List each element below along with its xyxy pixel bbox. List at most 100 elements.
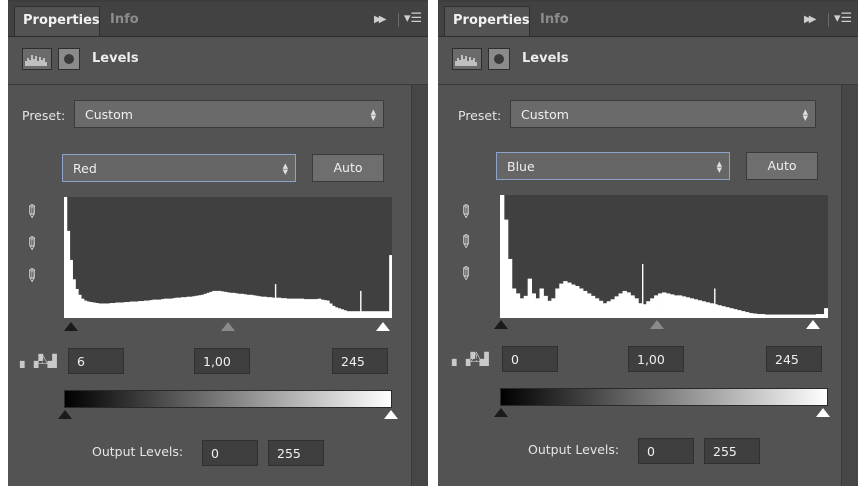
histogram-bar [200,294,205,318]
histogram-bar [183,297,188,318]
preset-select[interactable]: Custom ▲ ▼ [510,100,816,128]
auto-button[interactable]: Auto [746,152,818,180]
output-black-field[interactable]: 0 [638,438,694,464]
histogram-bar [289,298,293,318]
black-point-slider[interactable] [494,320,508,329]
panel-title: Levels [92,51,139,66]
histogram-bar [697,300,702,318]
mask-icon[interactable] [58,48,80,70]
histogram-bar [654,295,659,318]
histogram-bar [143,300,148,318]
white-point-slider[interactable] [806,320,820,329]
input-black-field[interactable]: 6 [68,348,124,374]
histogram-bar [349,311,353,318]
output-black-field[interactable]: 0 [202,440,258,466]
output-black-slider[interactable] [494,408,508,417]
histogram-bar [243,294,247,318]
tab-properties[interactable]: Properties [14,6,100,36]
histogram-bar [112,303,116,318]
white-eyedropper-icon[interactable]: ✎ [19,264,43,288]
preset-select[interactable]: Custom ▲ ▼ [74,100,384,128]
scrollbar[interactable] [411,85,428,486]
histogram-bar [329,303,333,318]
histogram-bar [78,294,82,318]
scrollbar[interactable] [841,85,858,486]
histogram-bar [737,310,742,318]
histogram-bar [346,311,350,318]
histogram-bar [198,295,202,318]
output-black-slider[interactable] [58,410,72,419]
histogram-icon[interactable] [22,48,52,70]
histogram-bars [64,197,392,318]
histogram-bar [693,299,698,318]
channel-select[interactable]: Blue ▲ ▼ [496,152,730,180]
histogram-icon[interactable] [452,48,482,70]
input-white-field[interactable]: 245 [766,346,822,372]
select-arrows-icon: ▲ ▼ [282,162,288,176]
histogram-bar [232,292,236,318]
panel-menu-icon[interactable]: ▾☰ [404,11,422,26]
panel-title: Levels [522,51,569,66]
output-white-field[interactable]: 255 [704,438,760,464]
tab-info[interactable]: Info [102,6,146,36]
double-forward-icon[interactable]: ▶▶ [374,14,387,25]
histogram-bar [523,295,529,318]
select-arrows-icon: ▲ ▼ [370,108,376,122]
histogram-bar [255,295,259,318]
histogram-bar [237,293,242,318]
input-white-field[interactable]: 245 [332,348,388,374]
double-forward-icon[interactable]: ▶▶ [804,14,817,25]
histogram-bar [343,310,347,318]
histogram-bar [547,300,552,318]
histogram-bar [229,292,233,318]
histogram-bar [320,299,324,318]
gray-eyedropper-icon[interactable]: ✎ [453,230,477,254]
histogram-bar [300,298,304,318]
output-white-field[interactable]: 255 [268,440,324,466]
input-levels-slider [494,318,828,332]
histogram-bar [180,297,185,318]
histogram-bar [83,300,88,318]
output-white-slider[interactable] [384,410,398,419]
auto-button[interactable]: Auto [312,154,384,182]
gamma-slider[interactable] [221,322,235,331]
output-white-slider[interactable] [816,408,830,417]
mask-icon[interactable] [488,48,510,70]
white-point-slider[interactable] [376,322,390,331]
histogram-bar [163,298,168,318]
input-gamma-field[interactable]: 1,00 [194,348,250,374]
histogram-bar [374,311,379,318]
histogram-bar [681,296,687,318]
input-gamma-field[interactable]: 1,00 [628,346,684,372]
histogram-bar [602,303,608,318]
tab-properties[interactable]: Properties [444,6,530,36]
histogram-bar [86,301,91,318]
histogram-bar [175,297,179,318]
histogram-bar [658,293,663,318]
histogram-bar [689,298,695,318]
histogram-bar [713,304,718,318]
histogram-bar [103,303,108,318]
input-levels-slider [64,320,392,334]
select-arrows-icon: ▲ ▼ [802,108,808,122]
histogram-bar [551,298,556,318]
gamma-slider[interactable] [650,320,664,329]
histogram-bar [280,298,285,318]
channel-select[interactable]: Red ▲ ▼ [62,154,296,182]
histogram [500,195,828,318]
histogram-bar [260,296,265,318]
tab-info[interactable]: Info [532,6,576,36]
black-eyedropper-icon[interactable]: ✎ [19,200,43,224]
panel-menu-icon[interactable]: ▾☰ [834,11,852,26]
histogram-bar [66,230,71,318]
histogram-bar [252,295,256,318]
black-point-slider[interactable] [64,322,78,331]
histogram-bar [141,301,145,318]
black-eyedropper-icon[interactable]: ✎ [453,200,477,224]
gray-eyedropper-icon[interactable]: ✎ [19,232,43,256]
white-eyedropper-icon[interactable]: ✎ [453,262,477,286]
input-black-field[interactable]: 0 [502,346,558,372]
histogram-bar [146,300,150,318]
histogram-bar [511,288,517,318]
histogram-bar [220,291,225,318]
